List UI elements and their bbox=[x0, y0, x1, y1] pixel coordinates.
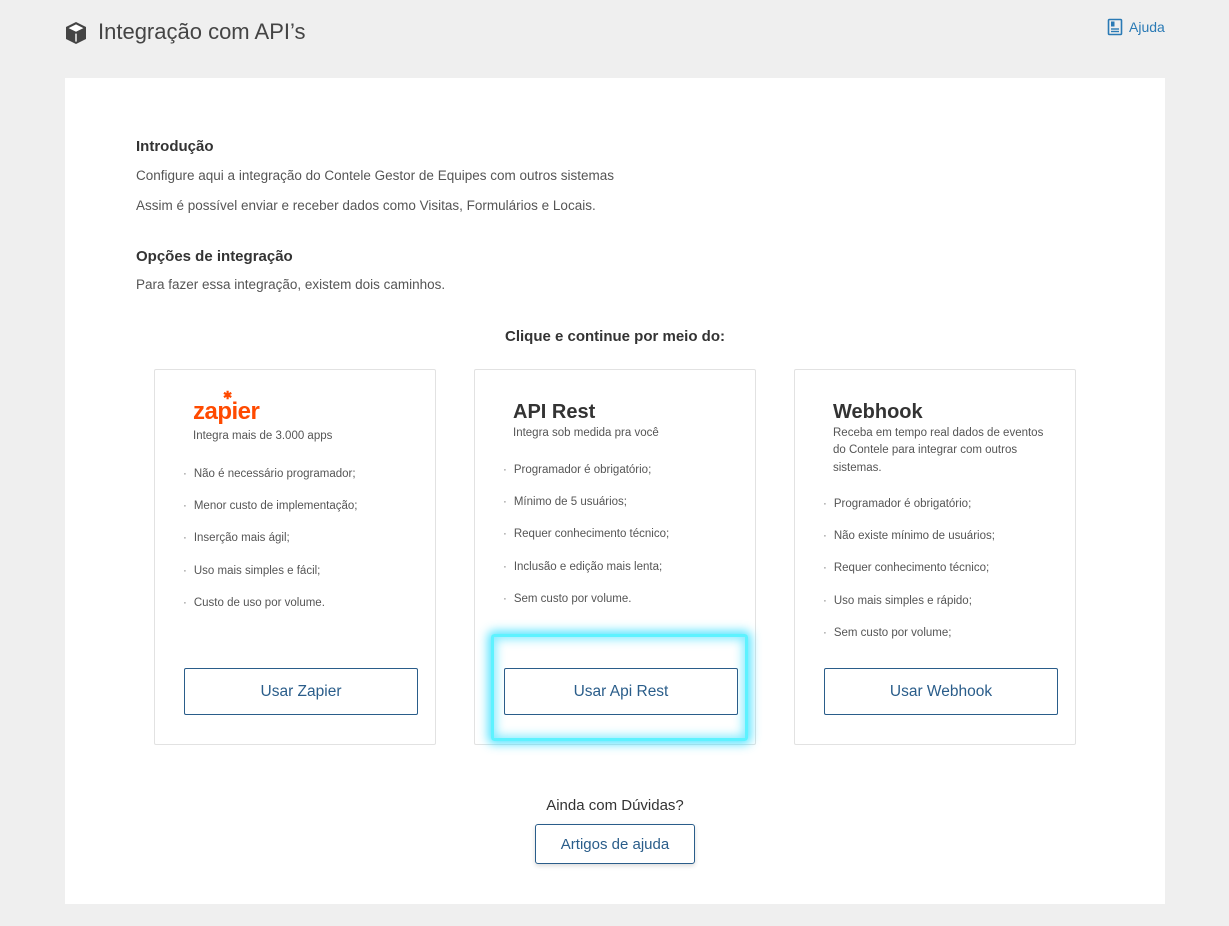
zapier-subtitle: Integra mais de 3.000 apps bbox=[193, 430, 333, 442]
options-title: Opções de integração bbox=[136, 248, 293, 265]
options-text: Para fazer essa integração, existem dois… bbox=[136, 277, 446, 292]
use-api-rest-button[interactable]: Usar Api Rest bbox=[504, 668, 738, 715]
use-zapier-button[interactable]: Usar Zapier bbox=[184, 668, 418, 715]
intro-line-1: Configure aqui a integração do Contele G… bbox=[136, 168, 615, 183]
help-articles-button[interactable]: Artigos de ajuda bbox=[535, 824, 695, 864]
zapier-card: zapier ✱ Integra mais de 3.000 apps · Não… bbox=[154, 369, 436, 745]
list-item: · Não é necessário programador; bbox=[183, 468, 356, 480]
help-link[interactable]: Ajuda bbox=[1106, 18, 1165, 36]
list-item: · Mínimo de 5 usuários; bbox=[503, 496, 627, 509]
use-webhook-button[interactable]: Usar Webhook bbox=[824, 668, 1058, 715]
main-panel: Introdução Configure aqui a integração d… bbox=[65, 78, 1165, 904]
help-label[interactable]: Ajuda bbox=[1129, 19, 1165, 35]
list-item: · Inserção mais ágil; bbox=[183, 532, 290, 545]
list-item: · Menor custo de implementação; bbox=[183, 500, 358, 513]
intro-line-2: Assim é possível enviar e receber dados … bbox=[136, 198, 596, 213]
zapier-logo-text: zapier bbox=[193, 398, 260, 425]
list-item: · Custo de uso por volume. bbox=[183, 596, 325, 609]
doubts-question: Ainda com Dúvidas? bbox=[546, 797, 684, 814]
list-item: · Uso mais simples e rápido; bbox=[823, 594, 972, 607]
webhook-feature-list: · Programador é obrigatório; · Não existe … bbox=[823, 498, 995, 659]
list-item: · Sem custo por volume; bbox=[823, 626, 952, 639]
webhook-card-head: Webhook Receba em tempo real dados de ev… bbox=[833, 401, 1051, 477]
zapier-logo: zapier ✱ bbox=[193, 391, 411, 425]
api-rest-card: API Rest Integra sob medida pra você · Pr… bbox=[474, 369, 756, 745]
webhook-title: Webhook bbox=[833, 401, 923, 423]
webhook-card: Webhook Receba em tempo real dados de ev… bbox=[794, 369, 1076, 745]
page-header: Integração com API’s Ajuda bbox=[0, 0, 1229, 66]
asterisk-icon: ✱ bbox=[223, 390, 232, 402]
list-item: · Não existe mínimo de usuários; bbox=[823, 530, 995, 543]
cube-icon bbox=[66, 22, 86, 44]
list-item: · Programador é obrigatório; bbox=[503, 464, 652, 476]
list-item: · Programador é obrigatório; bbox=[823, 498, 972, 510]
api-rest-feature-list: · Programador é obrigatório; · Mínimo de 5… bbox=[503, 464, 669, 625]
document-icon bbox=[1107, 18, 1123, 36]
zapier-feature-list: · Não é necessário programador; · Menor cu… bbox=[183, 468, 357, 629]
intro-title: Introdução bbox=[136, 138, 214, 155]
list-item: · Sem custo por volume. bbox=[503, 592, 632, 605]
api-rest-subtitle: Integra sob medida pra você bbox=[513, 427, 659, 439]
choose-prompt: Clique e continue por meio do: bbox=[504, 328, 725, 345]
zapier-card-head: zapier ✱ Integra mais de 3.000 apps bbox=[193, 391, 411, 445]
list-item: · Requer conhecimento técnico; bbox=[823, 562, 990, 575]
list-item: · Inclusão e edição mais lenta; bbox=[503, 560, 663, 573]
list-item: · Uso mais simples e fácil; bbox=[183, 564, 321, 577]
list-item: · Requer conhecimento técnico; bbox=[503, 528, 670, 541]
api-rest-title: API Rest bbox=[513, 401, 596, 423]
webhook-subtitle: Receba em tempo real dados de eventos do… bbox=[833, 427, 1044, 474]
api-rest-card-head: API Rest Integra sob medida pra você bbox=[513, 401, 731, 442]
page-title: Integração com API’s bbox=[98, 19, 306, 44]
